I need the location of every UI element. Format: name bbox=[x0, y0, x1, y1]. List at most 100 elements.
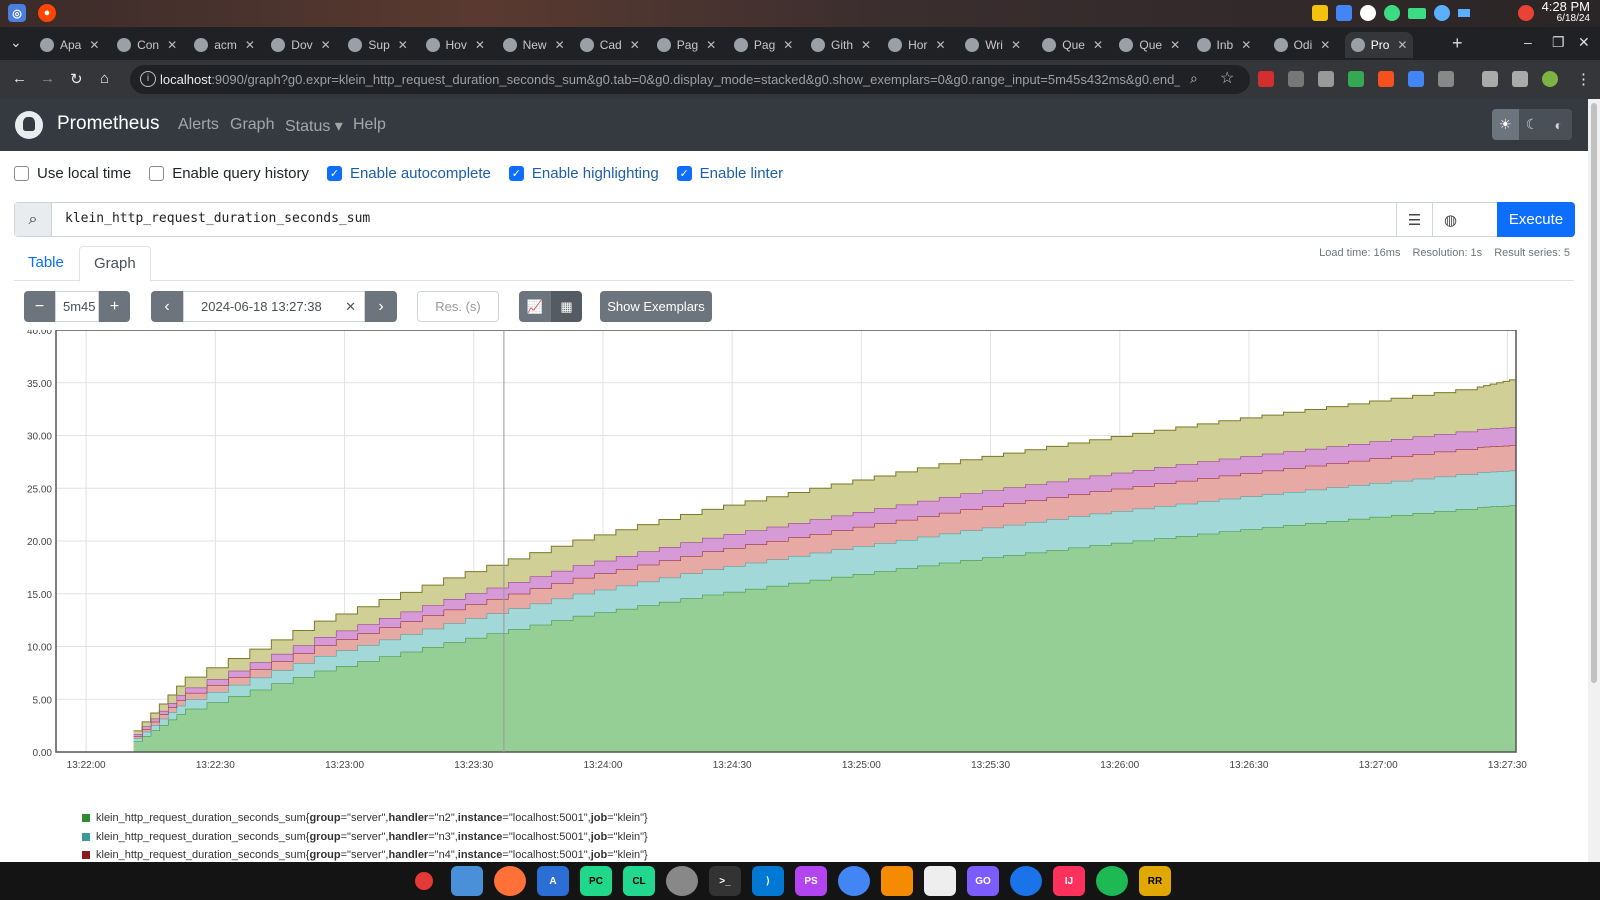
browser-tab[interactable]: Pag ✕ bbox=[656, 32, 716, 58]
settings-icon[interactable] bbox=[666, 866, 698, 896]
unstacked-chart-button[interactable]: 📈 bbox=[519, 291, 551, 322]
vscode-icon[interactable]: ⟩ bbox=[752, 866, 784, 896]
checkbox[interactable] bbox=[149, 166, 165, 181]
profile-avatar[interactable] bbox=[1542, 71, 1558, 87]
close-tab-icon[interactable]: ✕ bbox=[1170, 38, 1180, 52]
url-text[interactable]: localhost:9090/graph?g0.expr=klein_http_… bbox=[160, 72, 1180, 87]
increase-range-button[interactable]: + bbox=[99, 291, 130, 322]
tab-search-icon[interactable]: ⌄ bbox=[10, 34, 22, 51]
back-icon[interactable]: ← bbox=[12, 70, 27, 87]
maximize-button[interactable]: ❐ bbox=[1552, 34, 1565, 51]
close-tab-icon[interactable]: ✕ bbox=[861, 38, 871, 52]
translate-icon[interactable] bbox=[1408, 71, 1424, 87]
close-tab-icon[interactable]: ✕ bbox=[935, 38, 945, 52]
site-info-icon[interactable]: i bbox=[140, 71, 156, 87]
browser-tab[interactable]: Inb ✕ bbox=[1196, 32, 1251, 58]
close-tab-icon[interactable]: ✕ bbox=[89, 38, 99, 52]
browser-tab[interactable]: Wri ✕ bbox=[965, 32, 1021, 58]
close-tab-icon[interactable]: ✕ bbox=[245, 38, 255, 52]
nav-status[interactable]: Status ▾ bbox=[285, 116, 343, 136]
vlc-icon[interactable] bbox=[881, 866, 913, 896]
thunderbird-icon[interactable] bbox=[1010, 866, 1042, 896]
shield-icon[interactable] bbox=[1288, 71, 1304, 87]
expression-text[interactable]: klein_http_request_duration_seconds_sum bbox=[65, 211, 370, 226]
browser-tab[interactable]: Con ✕ bbox=[117, 32, 177, 58]
chrome-icon[interactable] bbox=[838, 866, 870, 896]
extension-icon[interactable] bbox=[1348, 71, 1364, 87]
app-store-icon[interactable]: A bbox=[537, 866, 569, 896]
range-input[interactable]: 5m45 bbox=[55, 291, 99, 322]
forward-icon[interactable]: → bbox=[40, 70, 55, 87]
pause-tray-icon[interactable] bbox=[1359, 5, 1376, 21]
browser-tab[interactable]: Pro ✕ bbox=[1344, 32, 1414, 58]
docs-tray-icon[interactable] bbox=[1335, 5, 1352, 21]
close-tab-icon[interactable]: ✕ bbox=[630, 38, 640, 52]
next-time-button[interactable]: › bbox=[365, 291, 397, 322]
browser-tab[interactable]: Sup ✕ bbox=[348, 32, 408, 58]
checkbox-checked[interactable]: ✓ bbox=[326, 166, 342, 181]
legend-item[interactable]: klein_http_request_duration_seconds_sum{… bbox=[82, 809, 648, 828]
browser-tab[interactable]: Apa ✕ bbox=[40, 32, 99, 58]
rustrover-icon[interactable]: RR bbox=[1139, 866, 1171, 896]
stacked-chart-button[interactable]: ▦ bbox=[551, 291, 582, 322]
globe-icon[interactable]: ◍ bbox=[1432, 203, 1468, 236]
browser-tab[interactable]: Cad ✕ bbox=[579, 32, 640, 58]
labs-icon[interactable] bbox=[1482, 71, 1498, 87]
option-query-history[interactable]: Enable query history bbox=[149, 165, 309, 182]
end-time-input[interactable]: 2024-06-18 13:27:38 ✕ bbox=[183, 291, 365, 322]
option-use-local-time[interactable]: Use local time bbox=[14, 165, 131, 182]
extension-icon[interactable] bbox=[1378, 71, 1394, 87]
new-tab-button[interactable]: + bbox=[1452, 33, 1463, 54]
legend-item[interactable]: klein_http_request_duration_seconds_sum{… bbox=[82, 828, 648, 847]
goland-icon[interactable]: GO bbox=[967, 866, 999, 896]
browser-tab[interactable]: New ✕ bbox=[502, 32, 565, 58]
close-tab-icon[interactable]: ✕ bbox=[398, 38, 408, 52]
menu-icon[interactable]: ⋮ bbox=[1576, 70, 1591, 88]
option-linter[interactable]: ✓ Enable linter bbox=[676, 165, 783, 182]
tab-table[interactable]: Table bbox=[14, 246, 78, 282]
close-window-button[interactable]: ✕ bbox=[1578, 34, 1590, 51]
browser-tab[interactable]: Gith ✕ bbox=[811, 32, 871, 58]
browser-tab[interactable]: Que ✕ bbox=[1042, 32, 1103, 58]
execute-button[interactable]: Execute bbox=[1497, 202, 1575, 237]
launcher-icon[interactable]: ◎ bbox=[8, 4, 26, 22]
close-tab-icon[interactable]: ✕ bbox=[475, 38, 485, 52]
decrease-range-button[interactable]: − bbox=[24, 291, 55, 322]
terminal-icon[interactable]: >_ bbox=[709, 866, 741, 896]
close-tab-icon[interactable]: ✕ bbox=[1320, 38, 1330, 52]
side-panel-icon[interactable] bbox=[1512, 71, 1528, 87]
close-tab-icon[interactable]: ✕ bbox=[1397, 38, 1407, 52]
files-icon[interactable] bbox=[451, 866, 483, 896]
browser-tab[interactable]: Que ✕ bbox=[1119, 32, 1180, 58]
reload-icon[interactable]: ↻ bbox=[70, 70, 83, 88]
pycharm-icon[interactable]: PC bbox=[580, 866, 612, 896]
screen-recorder-icon[interactable] bbox=[408, 866, 440, 896]
puzzle-icon[interactable] bbox=[1438, 71, 1454, 87]
checkbox-checked[interactable]: ✓ bbox=[508, 166, 524, 181]
omnibox[interactable]: i localhost:9090/graph?g0.expr=klein_htt… bbox=[130, 65, 1250, 94]
vertical-scrollbar[interactable] bbox=[1588, 99, 1600, 862]
browser-tab[interactable]: Dov ✕ bbox=[271, 32, 331, 58]
dark-theme-icon[interactable]: ☾ bbox=[1518, 109, 1546, 140]
close-tab-icon[interactable]: ✕ bbox=[1093, 38, 1103, 52]
browser-tab[interactable]: acm ✕ bbox=[194, 32, 255, 58]
close-tab-icon[interactable]: ✕ bbox=[706, 38, 716, 52]
brand[interactable]: Prometheus bbox=[57, 113, 159, 135]
metrics-explorer-icon[interactable]: ☰ bbox=[1396, 203, 1432, 236]
nav-graph[interactable]: Graph bbox=[230, 116, 274, 134]
scrollbar-thumb[interactable] bbox=[1591, 103, 1597, 683]
intellij-icon[interactable]: IJ bbox=[1053, 866, 1085, 896]
option-highlighting[interactable]: ✓ Enable highlighting bbox=[508, 165, 659, 182]
inkscape-icon[interactable] bbox=[924, 866, 956, 896]
close-tab-icon[interactable]: ✕ bbox=[1241, 38, 1251, 52]
option-autocomplete[interactable]: ✓ Enable autocomplete bbox=[326, 165, 491, 182]
browser-tab[interactable]: Hov ✕ bbox=[425, 32, 485, 58]
close-tab-icon[interactable]: ✕ bbox=[321, 38, 331, 52]
expression-input[interactable]: ⌕ klein_http_request_duration_seconds_su… bbox=[14, 202, 1574, 237]
wifi-icon[interactable] bbox=[1433, 5, 1450, 21]
extension-icon[interactable] bbox=[1258, 71, 1274, 87]
chrome-tray-icon[interactable] bbox=[1517, 5, 1534, 21]
firefox-icon[interactable] bbox=[494, 866, 526, 896]
browser-tab[interactable]: Odi ✕ bbox=[1273, 32, 1330, 58]
home-icon[interactable]: ⌂ bbox=[100, 70, 109, 87]
